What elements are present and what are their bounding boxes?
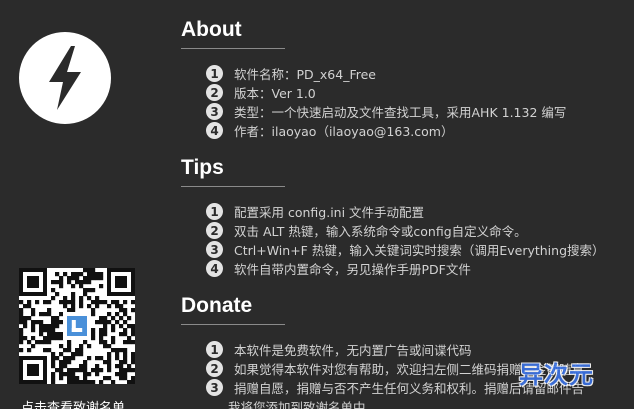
about-item-text: 软件名称：PD_x64_Free — [234, 67, 376, 82]
donate-title: Donate — [181, 294, 253, 317]
qr-code-icon[interactable] — [19, 268, 135, 384]
about-item-text: 类型：一个快速启动及文件查找工具，采用AHK 1.132 编写 — [234, 105, 567, 120]
watermark: 异次元 — [519, 362, 594, 389]
donate-item-text: 本软件是免费软件，无内置广告或间谍代码 — [234, 343, 472, 358]
about-item: 4 作者：ilaoyao（ilaoyao@163.com） — [206, 121, 453, 140]
number-badge: 1 — [206, 341, 223, 358]
tips-item-text: Ctrl+Win+F 热键，输入关键词实时搜索（调用Everything搜索） — [234, 243, 605, 258]
about-divider — [181, 48, 285, 49]
about-title: About — [181, 18, 242, 41]
donate-item: 1 本软件是免费软件，无内置广告或间谍代码 — [206, 340, 472, 359]
number-badge: 2 — [206, 222, 223, 239]
about-item: 1 软件名称：PD_x64_Free — [206, 64, 376, 83]
number-badge: 2 — [206, 84, 223, 101]
donate-item-continuation: 我将您添加到致谢名单中 — [228, 400, 366, 409]
tips-divider — [181, 186, 285, 187]
number-badge: 3 — [206, 379, 223, 396]
number-badge: 1 — [206, 203, 223, 220]
about-item-text: 版本：Ver 1.0 — [234, 86, 316, 101]
tips-item-text: 配置采用 config.ini 文件手动配置 — [234, 205, 425, 220]
tips-item-text: 双击 ALT 热键，输入系统命令或config自定义命令。 — [234, 224, 527, 239]
lightning-bolt-logo-icon — [19, 32, 111, 124]
about-window: 点击查看致谢名单 About 1 软件名称：PD_x64_Free 2 版本：V… — [0, 0, 634, 409]
tips-item: 2 双击 ALT 热键，输入系统命令或config自定义命令。 — [206, 221, 527, 240]
tips-item: 1 配置采用 config.ini 文件手动配置 — [206, 202, 424, 221]
about-item: 2 版本：Ver 1.0 — [206, 83, 316, 102]
about-item-text[interactable]: 作者：ilaoyao（ilaoyao@163.com） — [234, 121, 453, 140]
number-badge: 4 — [206, 122, 223, 139]
number-badge: 4 — [206, 260, 223, 277]
number-badge: 3 — [206, 241, 223, 258]
about-item: 3 类型：一个快速启动及文件查找工具，采用AHK 1.132 编写 — [206, 102, 566, 121]
tips-item: 3 Ctrl+Win+F 热键，输入关键词实时搜索（调用Everything搜索… — [206, 240, 605, 259]
tips-item: 4 软件自带内置命令，另见操作手册PDF文件 — [206, 259, 471, 278]
number-badge: 3 — [206, 103, 223, 120]
donate-divider — [181, 324, 285, 325]
tips-item-text: 软件自带内置命令，另见操作手册PDF文件 — [234, 262, 471, 277]
number-badge: 1 — [206, 65, 223, 82]
number-badge: 2 — [206, 360, 223, 377]
tips-title: Tips — [181, 156, 224, 179]
thanks-list-link[interactable]: 点击查看致谢名单 — [21, 397, 125, 409]
